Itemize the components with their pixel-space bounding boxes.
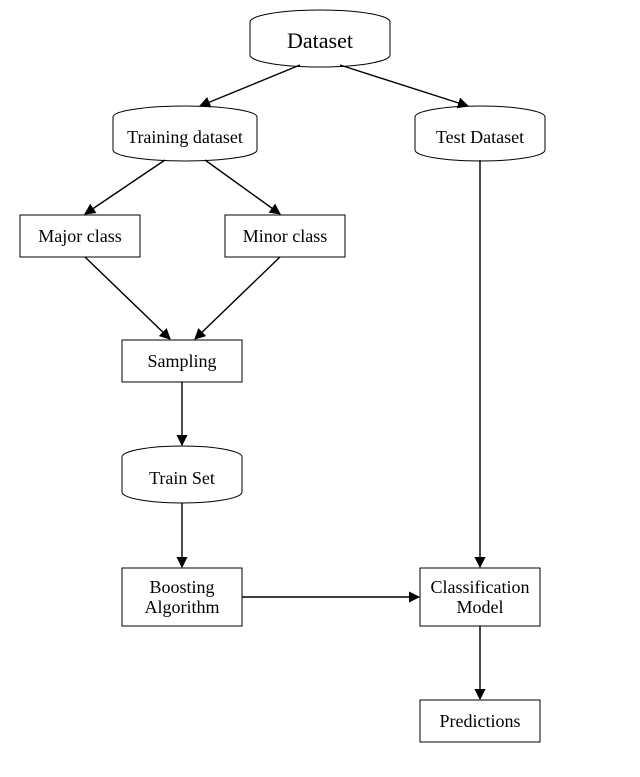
flow-diagram: Dataset Training dataset Test Dataset Ma…	[0, 0, 640, 777]
node-minor-label: Minor class	[243, 226, 328, 246]
edge-training-minor	[205, 160, 280, 214]
node-major-label: Major class	[38, 226, 121, 246]
node-boosting-label: BoostingAlgorithm	[145, 577, 220, 617]
edge-dataset-test	[340, 65, 468, 106]
node-predictions: Predictions	[420, 700, 540, 742]
node-test-label: Test Dataset	[436, 127, 524, 147]
node-classification-model: ClassificationModel	[420, 568, 540, 626]
node-training-label: Training dataset	[127, 127, 243, 147]
node-sampling: Sampling	[122, 340, 242, 382]
edge-training-major	[85, 160, 165, 214]
edge-dataset-training	[200, 65, 300, 106]
edge-minor-sampling	[195, 257, 280, 339]
node-dataset: Dataset	[250, 10, 390, 67]
node-sampling-label: Sampling	[147, 351, 216, 371]
node-trainset-label: Train Set	[149, 468, 215, 488]
node-train-set: Train Set	[122, 446, 242, 503]
node-minor-class: Minor class	[225, 215, 345, 257]
node-test-dataset: Test Dataset	[415, 106, 545, 161]
edge-major-sampling	[85, 257, 170, 339]
node-boosting-algorithm: BoostingAlgorithm	[122, 568, 242, 626]
node-dataset-label: Dataset	[287, 28, 353, 53]
node-training-dataset: Training dataset	[113, 106, 257, 161]
node-major-class: Major class	[20, 215, 140, 257]
node-predictions-label: Predictions	[440, 711, 521, 731]
